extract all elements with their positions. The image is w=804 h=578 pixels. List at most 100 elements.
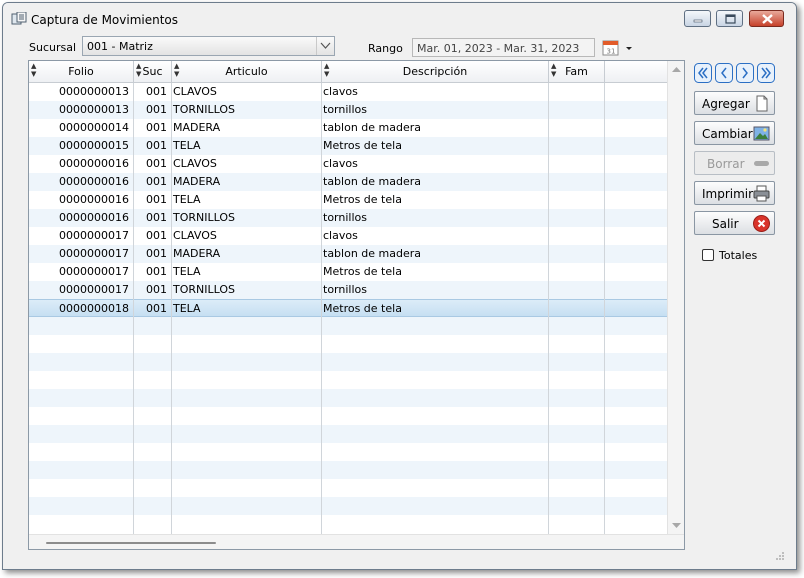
suc-cell: 001 bbox=[146, 157, 167, 170]
horizontal-scroll-thumb[interactable] bbox=[46, 542, 216, 544]
descripcion-cell: tornillos bbox=[323, 283, 367, 296]
sort-icon: ▲ ▼ bbox=[551, 62, 557, 78]
descripcion-cell: tornillos bbox=[323, 211, 367, 224]
rango-label: Rango bbox=[368, 42, 403, 55]
column-header-suc[interactable]: ▲ ▼ Suc bbox=[134, 61, 172, 82]
table-row[interactable]: 0000000018 001 TELA Metros de tela bbox=[29, 299, 667, 317]
edit-picture-icon bbox=[753, 126, 770, 141]
rango-value: Mar. 01, 2023 - Mar. 31, 2023 bbox=[417, 42, 580, 55]
sort-icon: ▲ ▼ bbox=[324, 62, 330, 78]
column-header-fam[interactable]: ▲ ▼ Fam bbox=[549, 61, 605, 82]
salir-button[interactable]: Salir bbox=[694, 211, 775, 235]
folio-cell: 0000000016 bbox=[59, 157, 129, 170]
suc-cell: 001 bbox=[146, 85, 167, 98]
folio-cell: 0000000017 bbox=[59, 229, 129, 242]
descripcion-cell: tablon de madera bbox=[323, 175, 422, 188]
fam-cell bbox=[548, 209, 604, 227]
table-header: ▲ ▼ Folio ▲ ▼ Suc ▲ ▼ Articulo ▲ ▼ Descripción ▲… bbox=[29, 61, 667, 83]
table-row[interactable]: 0000000016 001 MADERA tablon de madera bbox=[29, 173, 667, 191]
close-icon bbox=[762, 14, 773, 24]
articulo-cell: TELA bbox=[173, 193, 201, 206]
minimize-button[interactable] bbox=[684, 10, 711, 27]
table-row[interactable]: 0000000017 001 MADERA tablon de madera bbox=[29, 245, 667, 263]
cambiar-button[interactable]: Cambiar bbox=[694, 121, 775, 145]
descripcion-cell: tablon de madera bbox=[323, 121, 422, 134]
last-page-icon[interactable] bbox=[757, 63, 775, 83]
articulo-cell: TELA bbox=[173, 139, 201, 152]
fam-cell bbox=[548, 191, 604, 209]
resize-grip-icon[interactable] bbox=[773, 551, 785, 561]
table-row[interactable]: 0000000016 001 TELA Metros de tela bbox=[29, 191, 667, 209]
sucursal-value: 001 - Matriz bbox=[87, 40, 153, 53]
table-row[interactable]: 0000000017 001 TORNILLOS tornillos bbox=[29, 281, 667, 299]
descripcion-cell: Metros de tela bbox=[323, 265, 402, 278]
table-row[interactable]: 0000000013 001 TORNILLOS tornillos bbox=[29, 101, 667, 119]
table-row[interactable]: 0000000013 001 CLAVOS clavos bbox=[29, 83, 667, 101]
first-page-icon[interactable] bbox=[694, 63, 712, 83]
fam-cell bbox=[548, 263, 604, 281]
column-header-descripcion[interactable]: ▲ ▼ Descripción bbox=[322, 61, 549, 82]
descripcion-cell: Metros de tela bbox=[323, 193, 402, 206]
folio-cell: 0000000013 bbox=[59, 103, 129, 116]
fam-cell bbox=[548, 281, 604, 299]
borrar-button[interactable]: Borrar bbox=[694, 151, 775, 175]
rango-field[interactable]: Mar. 01, 2023 - Mar. 31, 2023 bbox=[412, 38, 595, 57]
close-button[interactable] bbox=[749, 10, 784, 27]
empty-row bbox=[29, 443, 667, 461]
articulo-cell: TORNILLOS bbox=[173, 211, 235, 224]
empty-row bbox=[29, 389, 667, 407]
descripcion-cell: clavos bbox=[323, 85, 358, 98]
table-row[interactable]: 0000000016 001 TORNILLOS tornillos bbox=[29, 209, 667, 227]
empty-row bbox=[29, 497, 667, 515]
fam-cell bbox=[548, 155, 604, 173]
descripcion-cell: tablon de madera bbox=[323, 247, 422, 260]
descripcion-cell: clavos bbox=[323, 229, 358, 242]
agregar-button[interactable]: Agregar bbox=[694, 91, 775, 115]
folio-cell: 0000000014 bbox=[59, 121, 129, 134]
vertical-scrollbar[interactable] bbox=[667, 61, 684, 534]
articulo-cell: MADERA bbox=[173, 121, 221, 134]
table-row[interactable]: 0000000015 001 TELA Metros de tela bbox=[29, 137, 667, 155]
articulo-cell: CLAVOS bbox=[173, 229, 217, 242]
prev-page-icon[interactable] bbox=[715, 63, 733, 83]
calendar-button[interactable]: 31 bbox=[599, 38, 637, 57]
empty-row bbox=[29, 317, 667, 335]
suc-cell: 001 bbox=[146, 193, 167, 206]
articulo-cell: MADERA bbox=[173, 175, 221, 188]
imprimir-button[interactable]: Imprimir bbox=[694, 181, 775, 205]
column-header-folio[interactable]: ▲ ▼ Folio bbox=[29, 61, 134, 82]
movements-table[interactable]: ▲ ▼ Folio ▲ ▼ Suc ▲ ▼ Articulo ▲ ▼ Descripción ▲… bbox=[28, 60, 685, 550]
empty-row bbox=[29, 461, 667, 479]
suc-cell: 001 bbox=[146, 121, 167, 134]
fam-cell bbox=[548, 83, 604, 101]
descripcion-cell: Metros de tela bbox=[323, 139, 402, 152]
window-title: Captura de Movimientos bbox=[31, 13, 179, 27]
svg-text:31: 31 bbox=[607, 48, 616, 56]
horizontal-scrollbar[interactable] bbox=[29, 534, 684, 549]
table-row[interactable]: 0000000016 001 CLAVOS clavos bbox=[29, 155, 667, 173]
sucursal-select[interactable]: 001 - Matriz bbox=[82, 36, 335, 56]
minimize-icon bbox=[693, 19, 703, 23]
calendar-icon: 31 bbox=[602, 40, 632, 56]
maximize-button[interactable] bbox=[716, 10, 743, 27]
folio-cell: 0000000015 bbox=[59, 139, 129, 152]
sort-icon: ▲ ▼ bbox=[174, 62, 180, 78]
new-document-icon bbox=[756, 95, 768, 112]
descripcion-cell: tornillos bbox=[323, 103, 367, 116]
title-bar[interactable]: Captura de Movimientos bbox=[3, 3, 796, 33]
empty-row bbox=[29, 479, 667, 497]
dropdown-arrow[interactable] bbox=[316, 37, 334, 55]
empty-row bbox=[29, 353, 667, 371]
articulo-cell: MADERA bbox=[173, 247, 221, 260]
articulo-cell: TORNILLOS bbox=[173, 103, 235, 116]
articulo-cell: TORNILLOS bbox=[173, 283, 235, 296]
table-row[interactable]: 0000000017 001 CLAVOS clavos bbox=[29, 227, 667, 245]
empty-row bbox=[29, 335, 667, 353]
table-row[interactable]: 0000000014 001 MADERA tablon de madera bbox=[29, 119, 667, 137]
suc-cell: 001 bbox=[146, 265, 167, 278]
table-row[interactable]: 0000000017 001 TELA Metros de tela bbox=[29, 263, 667, 281]
next-page-icon[interactable] bbox=[736, 63, 754, 83]
empty-row bbox=[29, 425, 667, 443]
column-header-articulo[interactable]: ▲ ▼ Articulo bbox=[172, 61, 322, 82]
totales-checkbox[interactable] bbox=[702, 249, 714, 261]
